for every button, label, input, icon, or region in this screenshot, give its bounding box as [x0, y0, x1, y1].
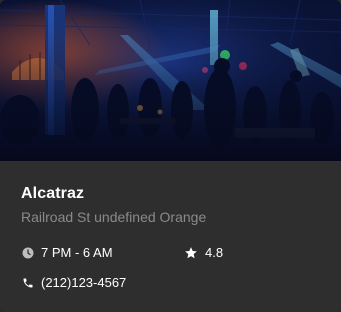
venue-rating: 4.8 [184, 245, 223, 260]
star-icon [184, 246, 198, 260]
venue-details: Alcatraz Railroad St undefined Orange 7 … [0, 161, 341, 312]
venue-phone[interactable]: (212)123-4567 [22, 275, 126, 290]
venue-photo [0, 0, 341, 161]
venue-name[interactable]: Alcatraz [21, 185, 84, 203]
venue-address: Railroad St undefined Orange [21, 209, 207, 225]
venue-card[interactable]: Alcatraz Railroad St undefined Orange 7 … [0, 0, 341, 312]
venue-rating-value: 4.8 [205, 245, 224, 260]
venue-hours: 7 PM - 6 AM [22, 245, 113, 260]
phone-icon [22, 277, 34, 289]
clock-icon [22, 247, 34, 259]
venue-hours-text: 7 PM - 6 AM [41, 245, 113, 260]
venue-phone-number[interactable]: (212)123-4567 [41, 275, 126, 290]
